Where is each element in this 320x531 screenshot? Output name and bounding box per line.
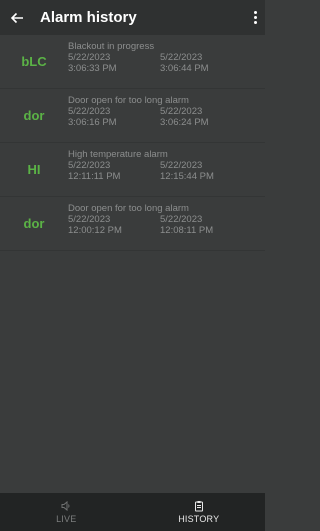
nav-label-history: HISTORY bbox=[178, 514, 220, 524]
more-menu-button[interactable] bbox=[245, 0, 265, 35]
alarm-description: Door open for too long alarm bbox=[68, 203, 189, 214]
alarm-row[interactable]: HI High temperature alarm 5/22/2023 12:1… bbox=[0, 143, 265, 197]
start-time: 12:00:12 PM bbox=[68, 225, 122, 236]
alarm-code: dor bbox=[23, 108, 45, 123]
more-vertical-icon bbox=[253, 10, 257, 25]
start-date: 5/22/2023 bbox=[68, 52, 111, 63]
end-date: 5/22/2023 bbox=[160, 52, 203, 63]
start-time: 3:06:33 PM bbox=[68, 63, 117, 74]
alarm-row[interactable]: dor Door open for too long alarm 5/22/20… bbox=[0, 197, 265, 251]
alarm-end: 5/22/2023 3:06:44 PM bbox=[160, 52, 252, 74]
end-date: 5/22/2023 bbox=[160, 106, 203, 117]
start-date: 5/22/2023 bbox=[68, 214, 111, 225]
alarm-code: dor bbox=[23, 216, 45, 231]
start-date: 5/22/2023 bbox=[68, 160, 111, 171]
alarm-end: 5/22/2023 3:06:24 PM bbox=[160, 106, 252, 128]
alarm-start: 5/22/2023 12:00:12 PM bbox=[68, 214, 160, 236]
end-date: 5/22/2023 bbox=[160, 160, 203, 171]
alarm-start: 5/22/2023 3:06:33 PM bbox=[68, 52, 160, 74]
arrow-left-icon bbox=[10, 12, 23, 23]
alarm-description: Blackout in progress bbox=[68, 41, 155, 52]
alarm-end: 5/22/2023 12:15:44 PM bbox=[160, 160, 252, 182]
end-time: 3:06:44 PM bbox=[160, 63, 209, 74]
nav-tab-history[interactable]: HISTORY bbox=[133, 493, 266, 531]
alarm-code: HI bbox=[27, 162, 41, 177]
start-time: 12:11:11 PM bbox=[68, 171, 121, 182]
end-time: 12:08:11 PM bbox=[160, 225, 214, 236]
alarm-row[interactable]: bLC Blackout in progress 5/22/2023 3:06:… bbox=[0, 35, 265, 89]
start-date: 5/22/2023 bbox=[68, 106, 111, 117]
alarm-description: Door open for too long alarm bbox=[68, 95, 189, 106]
alarm-start: 5/22/2023 3:06:16 PM bbox=[68, 106, 160, 128]
alarm-description: High temperature alarm bbox=[68, 149, 168, 160]
back-button[interactable] bbox=[0, 0, 34, 35]
alarm-code: bLC bbox=[21, 54, 47, 69]
speaker-icon bbox=[61, 500, 70, 512]
alarm-end: 5/22/2023 12:08:11 PM bbox=[160, 214, 252, 236]
end-time: 3:06:24 PM bbox=[160, 117, 209, 128]
nav-tab-live[interactable]: LIVE bbox=[0, 493, 133, 531]
bottom-navigation: LIVE HISTORY bbox=[0, 493, 265, 531]
end-time: 12:15:44 PM bbox=[160, 171, 214, 182]
alarm-start: 5/22/2023 12:11:11 PM bbox=[68, 160, 160, 182]
start-time: 3:06:16 PM bbox=[68, 117, 117, 128]
alarm-row[interactable]: dor Door open for too long alarm 5/22/20… bbox=[0, 89, 265, 143]
nav-label-live: LIVE bbox=[56, 514, 77, 524]
page-title: Alarm history bbox=[40, 9, 137, 26]
alarm-list: bLC Blackout in progress 5/22/2023 3:06:… bbox=[0, 35, 265, 251]
app-bar: Alarm history bbox=[0, 0, 265, 35]
end-date: 5/22/2023 bbox=[160, 214, 203, 225]
clipboard-icon bbox=[194, 501, 203, 512]
